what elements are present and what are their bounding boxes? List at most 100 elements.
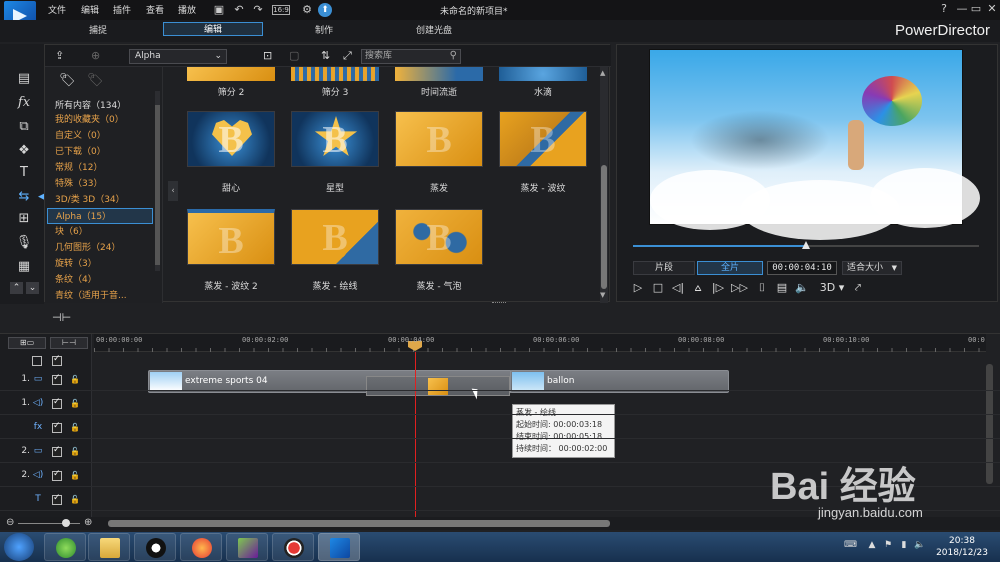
stop-icon[interactable]: □ [651,281,665,295]
help-button[interactable]: ? [936,2,952,15]
clip-mode-button[interactable]: 片段 [633,261,695,275]
tray-security-icon[interactable]: ⚑ [882,540,894,552]
next-frame-icon[interactable]: |▷ [711,281,725,295]
fast-forward-icon[interactable]: ▷▷ [731,281,748,295]
category-item[interactable]: 青纹（适用于音... [55,288,127,304]
category-item[interactable]: 特殊（33） [55,176,102,192]
settings-gear-icon[interactable]: ⚙ [300,3,314,17]
play-icon[interactable]: ▷ [631,281,645,295]
taskbar-clock[interactable]: 20:38 2018/12/23 [930,535,994,559]
track-lock-icon[interactable]: 🔓 [70,399,80,409]
tab-create-disc[interactable]: 创建光盘 [384,24,484,38]
transition-thumb-star[interactable]: B [291,111,379,167]
save-icon[interactable]: ▣ [212,3,226,17]
storyboard-view-button[interactable]: ⊞▭ [8,337,46,349]
track-manager-button[interactable]: ⊢⊣ [50,337,88,349]
expand-icon[interactable]: ⤢ [343,49,352,63]
category-dropdown[interactable]: Alpha ⌄ [129,49,227,64]
transition-thumb-sieve3[interactable] [291,67,379,81]
aspect-ratio-icon[interactable]: 16:9 [272,5,290,15]
taskbar-powerdirector-icon[interactable] [318,533,360,561]
category-item[interactable]: 旋转（3） [55,256,97,272]
upgrade-icon[interactable]: ⬆ [318,3,332,17]
category-item[interactable]: 条纹（4） [55,272,97,288]
category-item[interactable]: 几何图形（24） [55,240,120,256]
track-enable-checkbox[interactable] [52,445,62,457]
track-enable-checkbox[interactable] [52,397,62,409]
timeline-track-row[interactable] [0,368,1000,391]
transition-thumb-sieve2[interactable] [187,67,275,81]
undo-icon[interactable]: ↶ [232,3,246,17]
category-item[interactable]: 3D/类 3D（34） [55,192,125,208]
category-item[interactable]: 已下载（0） [55,144,106,160]
category-item[interactable]: Alpha（15） [47,208,153,224]
search-input[interactable]: 搜索库 ⚲ [361,49,461,64]
collapse-panel-icon[interactable]: ‹ [168,181,178,201]
pip-room-icon[interactable]: ⧉ [14,118,34,136]
menu-view[interactable]: 查看 [146,3,164,16]
tab-capture[interactable]: 捕捉 [48,24,148,38]
chapter-room-icon[interactable]: ▦ [14,258,34,276]
timeline-track-row[interactable] [0,392,1000,415]
timeline-zoom-knob[interactable] [62,519,70,527]
volume-icon[interactable]: 🔈 [795,281,809,295]
menu-plugins[interactable]: 插件 [113,3,131,16]
all-tracks-checkbox[interactable] [52,354,62,366]
taskbar-video-app-icon[interactable] [226,533,268,561]
transition-room-icon[interactable]: ⇆ [14,188,34,206]
track-lock-icon[interactable]: 🔓 [70,471,80,481]
track-enable-checkbox[interactable] [52,469,62,481]
category-item[interactable]: 自定义（0） [55,128,106,144]
start-button-icon[interactable] [4,533,34,561]
category-item[interactable]: 我的收藏夹（0） [55,112,124,128]
movie-mode-button[interactable]: 全片 [697,261,763,275]
category-scroll-thumb[interactable] [155,105,160,265]
media-room-icon[interactable]: ▤ [14,70,34,88]
audio-mixing-room-icon[interactable]: ⊞ [14,210,34,228]
taskbar-360-icon[interactable] [44,533,86,561]
rail-down-icon[interactable]: ⌄ [26,282,39,294]
subtitle-icon[interactable]: ▤ [775,281,789,295]
taskbar-explorer-icon[interactable] [88,533,130,561]
transition-thumb-evaporate-ripple2[interactable]: B [187,209,275,265]
track-lock-icon[interactable]: 🔓 [70,495,80,505]
add-favorite-icon[interactable]: 🏷 [59,73,79,91]
track-enable-checkbox[interactable] [52,373,62,385]
category-item[interactable]: 块（6） [55,224,88,240]
transition-thumb-evaporate-ripple[interactable]: B [499,111,587,167]
menu-file[interactable]: 文件 [48,3,66,16]
zoom-out-icon[interactable]: ⊖ [6,517,14,528]
tray-network-icon[interactable]: ▮ [898,540,910,552]
previous-frame-icon[interactable]: ◁| [671,281,685,295]
taskbar-recorder-icon[interactable] [272,533,314,561]
track-lock-icon[interactable]: 🔓 [70,447,80,457]
category-item[interactable]: 常规（12） [55,160,102,176]
tab-produce[interactable]: 制作 [274,24,374,38]
timeline-horizontal-scrollbar[interactable] [108,520,610,527]
transition-thumb-evaporate[interactable]: B [395,111,483,167]
timecode-display[interactable]: 00:00:04:10 [767,261,837,275]
close-button[interactable]: ✕ [984,2,1000,15]
track-enable-checkbox[interactable] [52,493,62,505]
snapshot-camera-icon[interactable]: ⌷ [755,281,769,295]
track-lock-icon[interactable]: 🔓 [70,423,80,433]
timeline-zoom-slider[interactable] [18,523,80,524]
timeline-track-row[interactable] [0,416,1000,439]
menu-playback[interactable]: 播放 [178,3,196,16]
zoom-in-icon[interactable]: ⊕ [84,517,92,528]
undock-preview-icon[interactable]: ⤤ [851,281,865,295]
track-lock-icon[interactable]: 🔓 [70,375,80,385]
taskbar-qq-icon[interactable] [134,533,176,561]
redo-icon[interactable]: ↷ [251,3,265,17]
scroll-down-icon[interactable]: ▼ [600,291,605,299]
search-icon[interactable]: ⚲ [450,49,457,62]
split-icon[interactable]: ⩟ [691,281,705,295]
import-icon[interactable]: ⇪ [55,49,64,62]
all-tracks-box[interactable] [32,356,42,366]
transition-thumb-evaporate-bubble[interactable]: B [395,209,483,265]
tray-expand-icon[interactable]: ▲ [866,540,878,552]
sort-icon[interactable]: ⇅ [321,49,330,62]
tray-volume-icon[interactable]: 🔈 [914,540,926,552]
library-scroll-thumb[interactable] [601,165,607,289]
fit-timeline-icon[interactable]: ⊣⊢ [52,311,71,325]
